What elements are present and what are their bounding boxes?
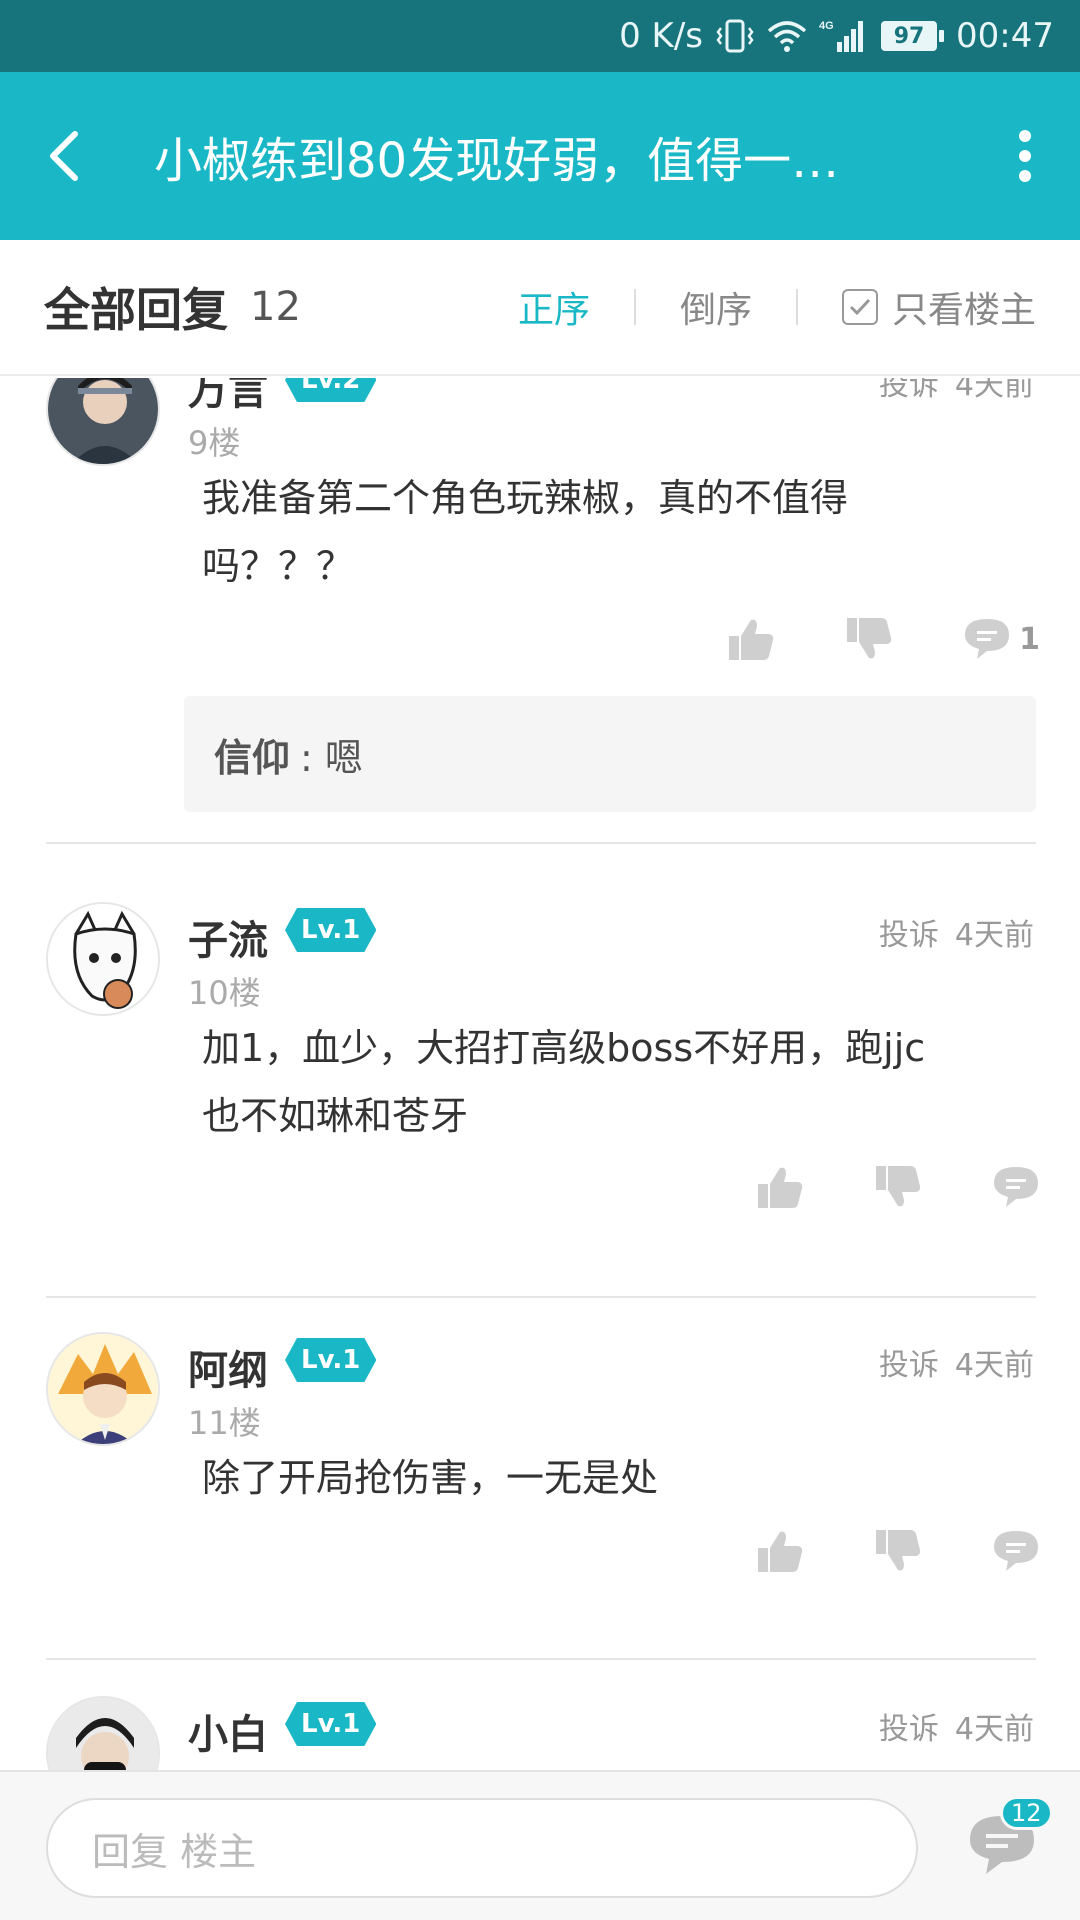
timestamp: 4天前 [954,1348,1034,1383]
thumbs-up-icon [758,1167,803,1208]
divider [46,842,1036,844]
checkbox-icon [841,289,878,325]
level-badge: Lv.1 [285,1338,376,1382]
comment-actions [756,1164,1040,1210]
user-name[interactable]: 万言 [188,378,268,416]
reply-button[interactable] [992,1529,1040,1573]
sub-reply[interactable]: 信仰 : 嗯 [184,696,1036,812]
thumbs-up-icon [729,619,774,660]
reply-count: 12 [250,284,301,330]
dislike-button[interactable] [874,1528,922,1574]
comment-actions [756,1528,1040,1574]
comment-text-line: 我准备第二个角色玩辣椒，真的不值得 [202,476,849,520]
status-bar: 0 K/s 4G 97 00:47 [0,0,1080,72]
page-title: 小椒练到80发现好弱，值得一… [154,133,840,189]
thumbs-down-icon [876,1166,921,1207]
floor-number: 11楼 [188,1404,261,1442]
floor-number: 10楼 [188,974,261,1012]
comment-text-line: 加1，血少，大招打高级boss不好用，跑jjc [202,1026,926,1070]
comment-icon [965,619,1010,659]
floor-number: 12楼 [188,1762,261,1770]
report-link[interactable]: 投诉 [879,1340,939,1384]
comment-text-line: 也不如琳和苍牙 [202,1094,469,1138]
comment-actions: 1 [727,616,1040,662]
comment-icon [994,1531,1038,1571]
thumbs-down-icon [876,1530,921,1571]
sort-descending-tab[interactable]: 倒序 [636,281,796,333]
sub-reply-text: : 嗯 [300,735,363,780]
thumbs-down-icon [847,618,892,659]
report-link[interactable]: 投诉 [879,1704,939,1748]
signal-label: 4G [819,20,834,32]
battery-level: 97 [881,21,938,51]
vibrate-icon [715,18,755,54]
net-speed: 0 K/s [619,16,704,56]
comment-icon [994,1167,1038,1207]
dislike-button[interactable] [874,1164,922,1210]
divider [46,1296,1036,1298]
comment-feed[interactable]: 万言 Lv.2 投诉 4天前 9楼 我准备第二个角色玩辣椒，真的不值得 吗？？？… [0,378,1080,1770]
clock: 00:47 [956,16,1054,56]
dislike-button[interactable] [845,616,893,662]
more-button[interactable] [970,72,1080,240]
avatar[interactable] [46,902,160,1016]
divider [46,1658,1036,1660]
only-op-toggle[interactable]: 只看楼主 [798,281,1036,333]
only-op-label: 只看楼主 [891,290,1036,331]
comment-text: 我准备第二个角色玩辣椒，真的不值得 吗？？？ [202,464,1022,600]
user-name[interactable]: 阿纲 [188,1338,268,1396]
all-replies-title: 全部回复 [44,283,228,337]
comment-meta: 投诉 4天前 [879,378,1034,404]
floor-number: 9楼 [188,424,241,462]
comment-meta: 投诉 4天前 [879,1340,1034,1384]
sort-group: 正序 倒序 只看楼主 [474,281,1036,333]
level-badge: Lv.2 [285,378,376,402]
level-badge: Lv.1 [285,1702,376,1746]
reply-count-label: 1 [1019,621,1040,657]
comment-count-badge: 12 [1000,1796,1053,1830]
level-badge: Lv.1 [285,908,376,952]
reply-button[interactable]: 1 [963,617,1040,661]
cell-signal-icon: 4G [819,18,869,54]
timestamp: 4天前 [954,1712,1034,1747]
user-name[interactable]: 小白 [188,1702,268,1760]
like-button[interactable] [756,1164,804,1210]
more-vertical-icon [1019,130,1031,182]
app-header: 小椒练到80发现好弱，值得一… [0,72,1080,240]
reply-button[interactable] [992,1165,1040,1209]
reply-input[interactable]: 回复 楼主 [46,1798,918,1898]
avatar[interactable] [46,378,160,466]
thumbs-up-icon [758,1531,803,1572]
reply-bar: 全部回复 12 正序 倒序 只看楼主 [0,240,1080,376]
avatar[interactable] [46,1696,160,1770]
sort-ascending-tab[interactable]: 正序 [474,281,634,333]
user-name[interactable]: 子流 [188,908,268,966]
avatar[interactable] [46,1332,160,1446]
wifi-icon [767,19,807,53]
like-button[interactable] [756,1528,804,1574]
bottom-reply-bar: 回复 楼主 12 [0,1770,1080,1920]
battery-icon: 97 [881,21,945,51]
comment-text-line: 吗？？？ [202,544,355,588]
timestamp: 4天前 [954,918,1034,953]
sub-reply-user[interactable]: 信仰 [214,727,290,782]
report-link[interactable]: 投诉 [879,910,939,954]
comment-text: 加1，血少，大招打高级boss不好用，跑jjc 也不如琳和苍牙 [202,1014,1022,1150]
like-button[interactable] [727,616,775,662]
comment-text: 除了开局抢伤害，一无是处 [202,1444,1022,1512]
chevron-left-icon [50,131,78,181]
comment-meta: 投诉 4天前 [879,1704,1034,1748]
back-button[interactable] [0,72,130,240]
report-link[interactable]: 投诉 [879,378,939,404]
comment-meta: 投诉 4天前 [879,910,1034,954]
comment-text-line: 除了开局抢伤害，一无是处 [202,1456,659,1500]
timestamp: 4天前 [954,378,1034,403]
